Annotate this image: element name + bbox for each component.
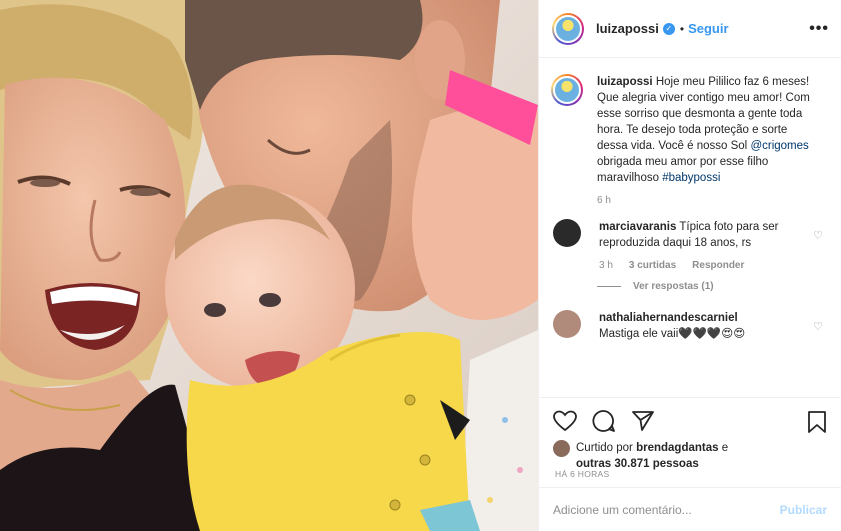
author-avatar[interactable] [552,12,584,45]
bookmark-icon[interactable] [807,410,827,437]
separator-dot: • [679,21,685,36]
comment-meta: 3 h 3 curtidas Responder [599,260,799,271]
comments-section[interactable]: luizapossi Hoje meu Pililico faz 6 meses… [539,58,841,397]
post-photo[interactable] [0,0,538,531]
comment-likes-count[interactable]: 3 curtidas [629,260,676,271]
more-options-icon[interactable]: ••• [809,20,829,38]
caption: luizapossi Hoje meu Pililico faz 6 meses… [551,74,825,206]
reply-button[interactable]: Responder [692,260,744,271]
comment-text: marciavaranis Típica foto para ser repro… [599,219,799,251]
comment-item: marciavaranis Típica foto para ser repro… [551,219,825,271]
post-actions: Curtido por brendagdantas e outras 30.87… [539,397,841,470]
caption-time[interactable]: 6 h [597,195,611,206]
likes-others-count[interactable]: outras 30.871 pessoas [576,458,699,470]
follow-button[interactable]: Seguir [688,21,728,36]
add-comment-bar: Publicar [539,487,841,531]
comment-input[interactable] [553,502,763,517]
commenter-username[interactable]: marciavaranis [599,221,676,233]
likes-text: Curtido por brendagdantas e outras 30.87… [576,440,728,472]
comment-like-heart-icon[interactable]: ♡ [813,320,823,333]
post-side-panel: luizapossi ✓ • Seguir ••• luizapossi Hoj… [538,0,841,531]
share-icon[interactable] [631,409,655,433]
author-username[interactable]: luizapossi [596,21,659,36]
caption-text: luizapossi Hoje meu Pililico faz 6 meses… [597,74,819,186]
commenter-avatar[interactable] [553,310,581,338]
caption-username[interactable]: luizapossi [597,76,653,88]
instagram-post: luizapossi ✓ • Seguir ••• luizapossi Hoj… [0,0,841,531]
comment-item: nathaliahernandescarniel Mastiga ele vai… [551,310,825,342]
caption-meta: 6 h [597,195,819,206]
comment-time[interactable]: 3 h [599,260,613,271]
verified-badge-icon: ✓ [662,22,675,35]
liker-username[interactable]: brendagdantas [636,442,718,454]
commenter-avatar[interactable] [553,219,581,247]
commenter-username[interactable]: nathaliahernandescarniel [599,312,738,324]
caption-author-avatar[interactable] [551,74,583,106]
action-icons [553,408,827,434]
likes-summary: Curtido por brendagdantas e outras 30.87… [553,440,827,472]
comment-icon[interactable] [592,409,616,433]
family-selfie-image [0,0,538,531]
publish-button[interactable]: Publicar [780,503,827,517]
liker-avatar[interactable] [553,440,570,457]
caption-hashtag-link[interactable]: #babypossi [662,172,720,184]
heart-icon[interactable] [553,410,577,432]
comment-text: nathaliahernandescarniel Mastiga ele vai… [599,310,799,342]
likes-suffix: e [718,442,729,454]
caption-mention-link[interactable]: @crigomes [750,140,808,152]
comment-body: Mastiga ele vaii🖤🖤🖤😍😍 [599,328,746,340]
view-replies-button[interactable]: Ver respostas (1) [597,281,825,292]
post-header: luizapossi ✓ • Seguir ••• [539,0,841,58]
likes-prefix: Curtido por [576,442,637,454]
comment-like-heart-icon[interactable]: ♡ [813,229,823,242]
view-replies-label: Ver respostas (1) [633,281,714,292]
replies-divider-line [597,286,621,287]
